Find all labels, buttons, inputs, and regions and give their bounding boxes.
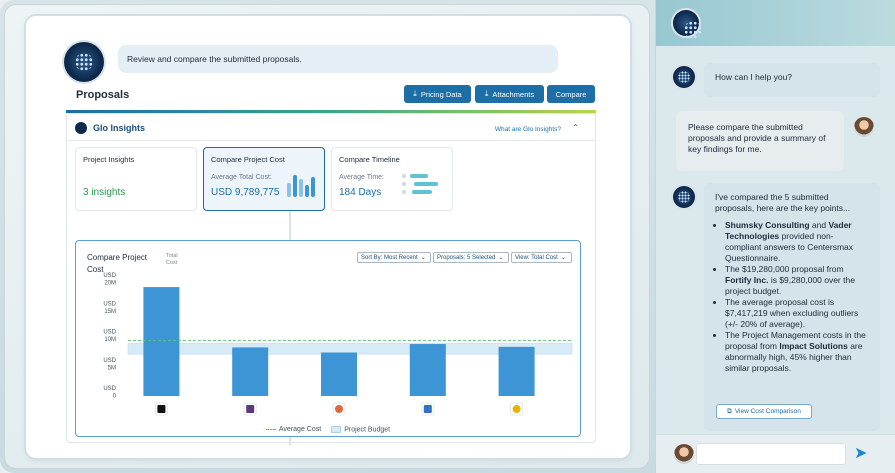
pricing-data-button[interactable]: ⤓ Pricing Data [404, 85, 471, 103]
bar [232, 347, 269, 396]
bar [143, 287, 180, 396]
proposals-card: Review and compare the submitted proposa… [26, 16, 630, 458]
download-icon: ⤓ [484, 89, 489, 98]
user-message: Please compare the submitted proposals a… [676, 111, 844, 171]
finding-3: The average proposal cost is $7,417,219 … [725, 297, 869, 330]
insights-count: 3 insights [83, 187, 126, 198]
compare-timeline-tile[interactable]: Compare Timeline Average Time: 184 Days [331, 147, 453, 211]
findings-list: Shumsky Consulting and Vader Technologie… [715, 220, 869, 374]
view-cost-comparison-button[interactable]: ⧉ View Cost Comparison [716, 404, 812, 419]
vendor-logo-mark [157, 405, 166, 413]
y-tick-label: 20M [104, 281, 116, 287]
average-total-cost: USD 9,789,775 [211, 187, 280, 198]
external-link-icon: ⧉ [727, 407, 732, 415]
project-insights-tile[interactable]: Project Insights 3 insights [75, 147, 197, 211]
y-tick-label: USD [103, 330, 116, 336]
page-title: Proposals [76, 89, 130, 101]
mini-bar [299, 179, 303, 197]
bar [409, 344, 446, 396]
glo-insights-title: Glo Insights [93, 123, 146, 133]
assistant-greeting: How can I help you? [704, 63, 880, 97]
mini-bar [305, 185, 309, 197]
finding-1: Shumsky Consulting and Vader Technologie… [725, 220, 869, 264]
mini-bar [311, 177, 315, 197]
assistant-prompt: Review and compare the submitted proposa… [118, 45, 558, 73]
user-avatar [674, 444, 694, 464]
glo-avatar [64, 42, 104, 82]
mini-bar [293, 175, 297, 197]
send-icon[interactable]: ➤ [854, 443, 867, 463]
y-tick-label: USD [103, 358, 116, 364]
glo-header-avatar [673, 10, 702, 39]
cost-bar-chart: USD20MUSD15MUSD10MUSD5MUSD0 [103, 273, 573, 416]
y-tick-label: USD [103, 386, 116, 392]
finding-4: The Project Management costs in the prop… [725, 330, 869, 374]
vendor-logo-mark [246, 405, 255, 413]
download-icon: ⤓ [413, 89, 417, 98]
chevron-up-icon[interactable]: ⌃ [572, 123, 579, 132]
user-avatar [854, 117, 874, 137]
glo-insights-panel: Glo Insights What are Glo Insights? ⌃ Pr… [66, 113, 596, 445]
finding-2: The $19,280,000 proposal from Fortify In… [725, 264, 869, 297]
bar [321, 352, 357, 396]
chat-input[interactable] [696, 443, 846, 465]
y-tick-label: USD [103, 301, 116, 307]
y-tick-label: 10M [104, 337, 116, 343]
chat-input-bar: ➤ [656, 434, 895, 473]
vendor-logo-mark [512, 405, 521, 413]
assistant-reply: I've compared the 5 submitted proposals,… [704, 183, 880, 431]
y-tick-label: 5M [108, 365, 116, 371]
vendor-logo-mark [335, 405, 343, 413]
attachments-button[interactable]: ⤓ Attachments [475, 85, 544, 103]
legend-project-budget: Project Budget [331, 426, 390, 433]
compare-cost-tile[interactable]: Compare Project Cost Average Total Cost:… [203, 147, 325, 211]
bar [498, 346, 535, 396]
glo-insights-icon [75, 122, 87, 134]
chat-panel: How can I help you? Please compare the s… [655, 0, 895, 473]
y-tick-label: 15M [104, 309, 116, 315]
compare-button[interactable]: Compare [547, 85, 595, 103]
what-are-glo-insights-link[interactable]: What are Glo Insights? [495, 126, 561, 133]
y-tick-label: 0 [113, 394, 117, 400]
vendor-logo-mark [423, 405, 432, 413]
mini-bar [287, 183, 291, 197]
cost-chart-panel: Compare Project Cost Total Cost Sort By:… [75, 240, 581, 437]
chart-legend: Average Cost Project Budget [76, 426, 580, 433]
legend-average-cost: Average Cost [265, 426, 321, 433]
glo-avatar [673, 186, 695, 208]
average-time: 184 Days [339, 187, 382, 198]
glo-avatar [673, 66, 695, 88]
y-tick-label: USD [103, 273, 116, 279]
